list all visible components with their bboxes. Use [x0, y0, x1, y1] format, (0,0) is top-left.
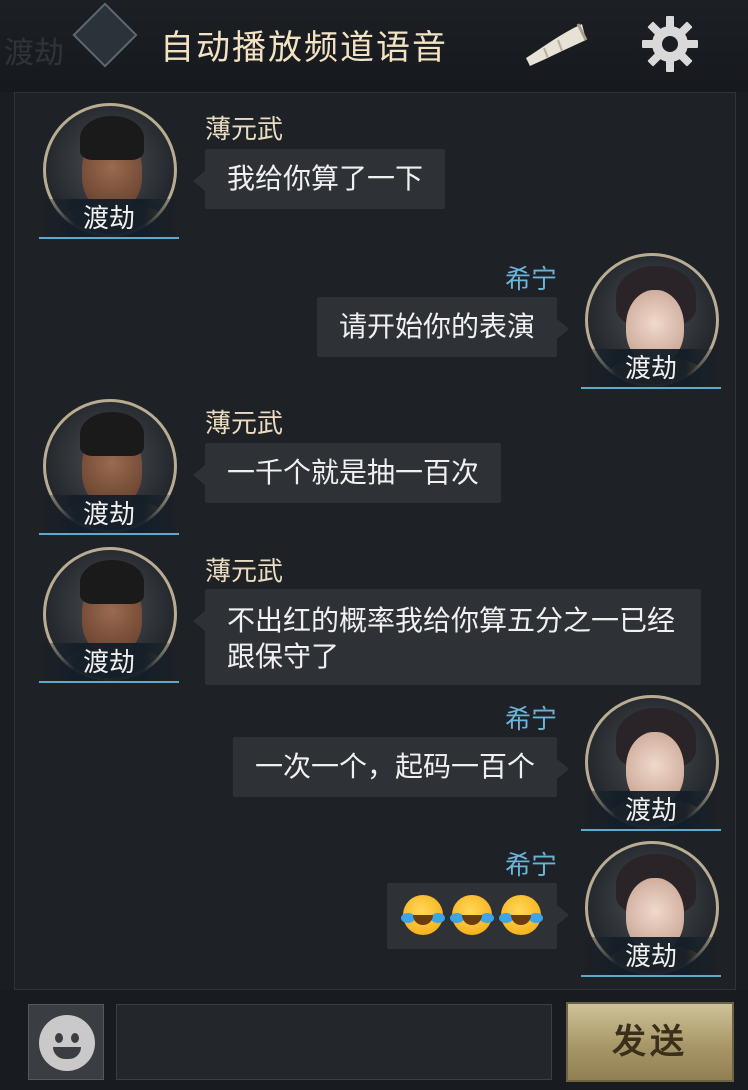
sender-avatar[interactable]: 渡劫	[39, 399, 179, 539]
sender-name[interactable]: 薄元武	[205, 551, 283, 588]
laughing-emoji-icon	[499, 895, 543, 935]
sender-avatar[interactable]: 渡劫	[39, 103, 179, 243]
emoji-picker-button[interactable]	[28, 1004, 104, 1080]
message-bubble: 一千个就是抽一百次	[192, 443, 502, 503]
gear-icon[interactable]	[640, 14, 700, 74]
chat-message: 希宁 一次一个，起码一百个 渡劫	[15, 687, 737, 833]
channel-diamond-icon[interactable]	[72, 2, 138, 68]
realm-tag: 渡劫	[39, 199, 179, 239]
sender-avatar[interactable]: 渡劫	[581, 253, 721, 393]
chat-header: 渡劫 自动播放频道语音	[0, 0, 748, 92]
laughing-emoji-icon	[450, 895, 495, 935]
realm-tag: 渡劫	[39, 495, 179, 535]
realm-tag: 渡劫	[39, 643, 179, 683]
realm-tag: 渡劫	[581, 791, 721, 831]
chat-message: 渡劫 薄元武 一千个就是抽一百次	[15, 389, 737, 535]
chat-message-list[interactable]: 渡劫 薄元武 我给你算了一下 希宁 请开始你的表演 渡劫 渡劫 薄元武 一千个就…	[14, 92, 736, 990]
send-button[interactable]: 发送	[566, 1002, 734, 1082]
sender-name[interactable]: 希宁	[505, 845, 557, 882]
sender-avatar[interactable]: 渡劫	[581, 841, 721, 981]
chat-message: 希宁 渡劫	[15, 835, 737, 981]
realm-tag: 渡劫	[581, 937, 721, 977]
sender-avatar[interactable]: 渡劫	[581, 695, 721, 835]
message-bubble: 不出红的概率我给你算五分之一已经跟保守了	[193, 589, 701, 685]
sender-name[interactable]: 希宁	[505, 259, 557, 296]
message-bubble: 我给你算了一下	[192, 149, 446, 209]
laughing-emoji-icon	[401, 895, 446, 935]
sender-name[interactable]: 薄元武	[205, 403, 283, 440]
sender-name[interactable]: 薄元武	[205, 109, 283, 146]
smiley-icon	[39, 1015, 95, 1071]
auto-play-voice-title[interactable]: 自动播放频道语音	[160, 20, 448, 69]
horn-icon[interactable]	[520, 18, 590, 68]
message-input[interactable]	[116, 1004, 552, 1080]
chat-message: 渡劫 薄元武 不出红的概率我给你算五分之一已经跟保守了	[15, 537, 737, 687]
message-bubble: 请开始你的表演	[316, 297, 570, 357]
background-channel-label: 渡劫	[4, 36, 64, 71]
message-bubble: 一次一个，起码一百个	[232, 737, 570, 797]
sender-name[interactable]: 希宁	[505, 699, 557, 736]
chat-message: 渡劫 薄元武 我给你算了一下	[15, 93, 737, 239]
chat-message: 希宁 请开始你的表演 渡劫	[15, 243, 737, 389]
realm-tag: 渡劫	[581, 349, 721, 389]
emoji-message-bubble	[387, 883, 569, 949]
sender-avatar[interactable]: 渡劫	[39, 547, 179, 687]
